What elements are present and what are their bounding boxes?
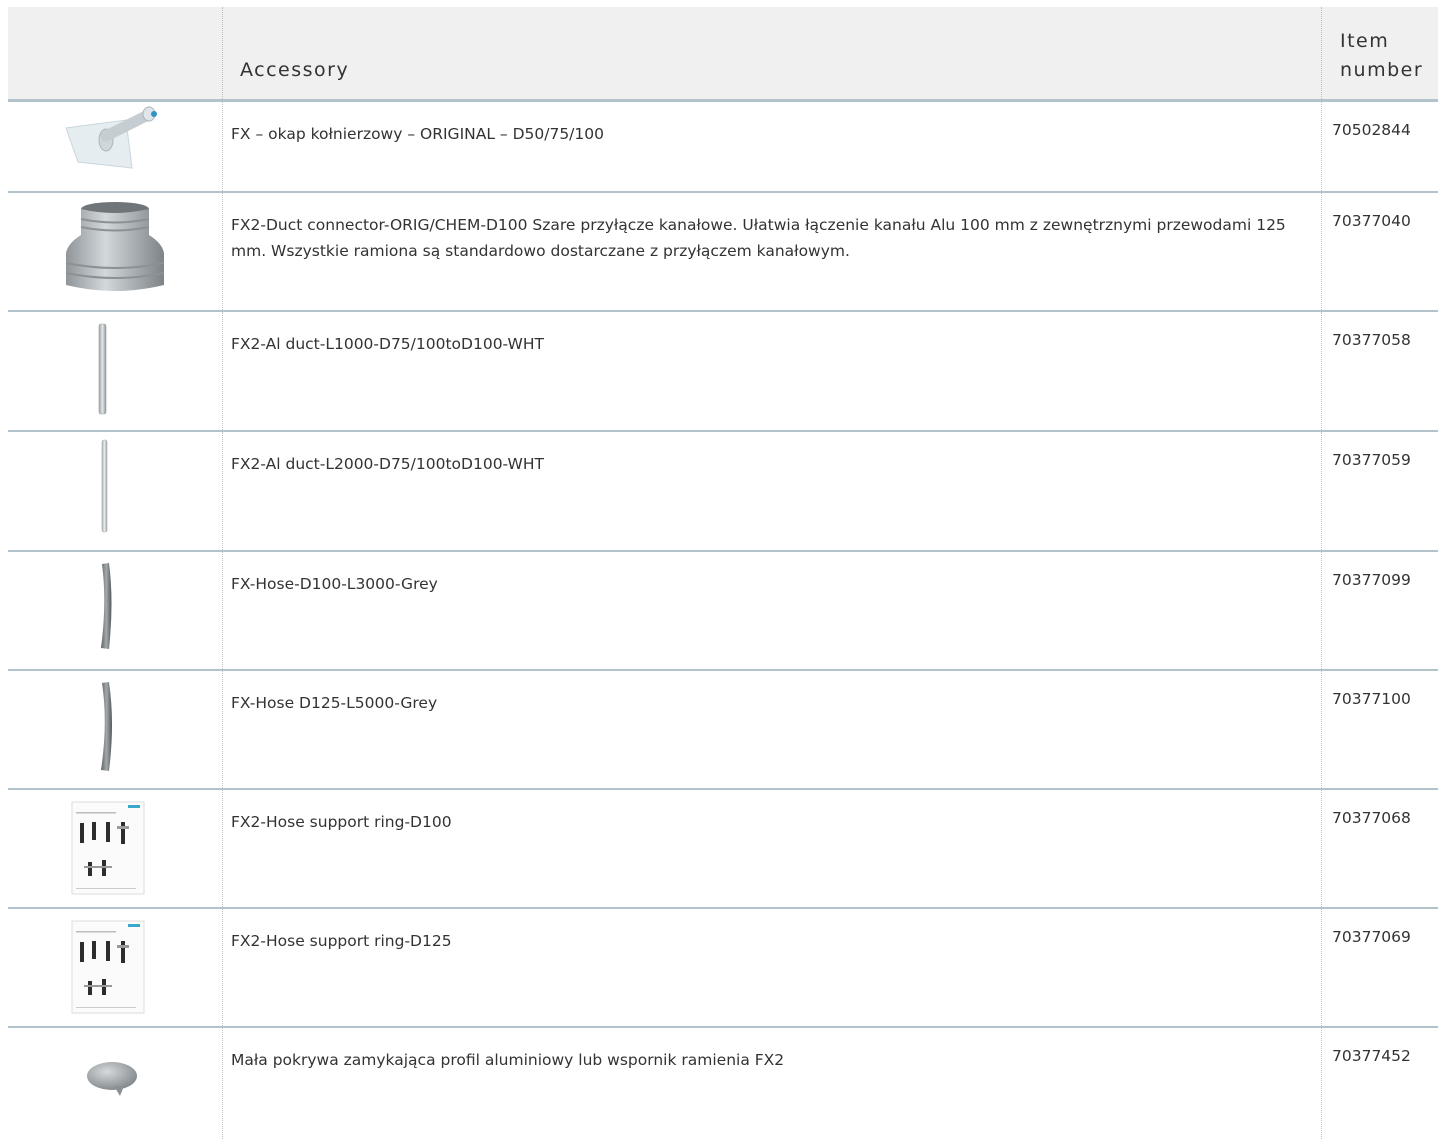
header-item-number-label: Item number: [1340, 30, 1424, 81]
image-cell: [8, 909, 222, 1026]
header-image-cell: [8, 7, 222, 99]
support-ring-document-icon: [71, 920, 145, 1014]
description-cell: FX-Hose-D100-L3000-Grey: [222, 552, 1322, 669]
hose-d125-icon: [101, 682, 112, 771]
item-number-cell: 70377040: [1321, 193, 1439, 310]
support-ring-document-icon: [71, 801, 145, 895]
accessory-description: Mała pokrywa zamykająca profil aluminiow…: [231, 1051, 785, 1069]
accessory-description: FX2-Duct connector-ORIG/CHEM-D100 Szare …: [231, 216, 1286, 260]
item-number: 70377040: [1332, 212, 1411, 230]
table-row: FX2-Hose support ring-D100 70377068: [8, 790, 1438, 909]
image-cell: [8, 671, 222, 788]
item-number: 70377452: [1332, 1047, 1411, 1065]
item-number-cell: 70377068: [1321, 790, 1439, 907]
table-row: FX2-Al duct-L2000-D75/100toD100-WHT 7037…: [8, 432, 1438, 552]
image-cell: [8, 432, 222, 550]
flange-hood-icon: [65, 106, 157, 169]
table-row: FX2-Hose support ring-D125 70377069: [8, 909, 1438, 1028]
header-accessory-label: Accessory: [240, 59, 350, 81]
image-cell: [8, 193, 222, 310]
duct-connector-icon: [65, 202, 165, 291]
table-row: FX2-Duct connector-ORIG/CHEM-D100 Szare …: [8, 193, 1438, 312]
table-row: FX2-Al duct-L1000-D75/100toD100-WHT 7037…: [8, 312, 1438, 432]
accessory-description: FX – okap kołnierzowy – ORIGINAL – D50/7…: [231, 125, 604, 143]
description-cell: FX2-Al duct-L2000-D75/100toD100-WHT: [222, 432, 1322, 550]
table-row: FX-Hose D125-L5000-Grey 70377100: [8, 671, 1438, 790]
item-number: 70502844: [1332, 121, 1411, 139]
image-cell: [8, 790, 222, 907]
item-number: 70377068: [1332, 809, 1411, 827]
accessory-description: FX-Hose D125-L5000-Grey: [231, 694, 438, 712]
table-row: Mała pokrywa zamykająca profil aluminiow…: [8, 1028, 1438, 1139]
item-number: 70377069: [1332, 928, 1411, 946]
item-number: 70377059: [1332, 451, 1411, 469]
item-number-cell: 70502844: [1321, 102, 1439, 191]
cover-cap-icon: [87, 1062, 137, 1096]
description-cell: Mała pokrywa zamykająca profil aluminiow…: [222, 1028, 1322, 1139]
image-cell: [8, 312, 222, 430]
alu-duct-2000-icon: [101, 439, 108, 533]
accessory-description: FX-Hose-D100-L3000-Grey: [231, 575, 438, 593]
description-cell: FX2-Hose support ring-D100: [222, 790, 1322, 907]
item-number-cell: 70377452: [1321, 1028, 1439, 1139]
item-number-cell: 70377069: [1321, 909, 1439, 1026]
item-number: 70377100: [1332, 690, 1411, 708]
item-number: 70377058: [1332, 331, 1411, 349]
image-cell: [8, 102, 222, 191]
header-item-number-cell: Item number: [1321, 7, 1439, 99]
hose-d100-icon: [101, 563, 112, 649]
item-number: 70377099: [1332, 571, 1411, 589]
table-row: FX-Hose-D100-L3000-Grey 70377099: [8, 552, 1438, 671]
item-number-cell: 70377099: [1321, 552, 1439, 669]
table-header: Accessory Item number: [8, 7, 1438, 102]
description-cell: FX2-Al duct-L1000-D75/100toD100-WHT: [222, 312, 1322, 430]
item-number-cell: 70377100: [1321, 671, 1439, 788]
image-cell: [8, 552, 222, 669]
header-accessory-cell: Accessory: [222, 7, 1322, 99]
description-cell: FX2-Hose support ring-D125: [222, 909, 1322, 1026]
image-cell: [8, 1028, 222, 1139]
accessory-description: FX2-Al duct-L2000-D75/100toD100-WHT: [231, 455, 544, 473]
accessory-description: FX2-Hose support ring-D125: [231, 932, 452, 950]
item-number-cell: 70377059: [1321, 432, 1439, 550]
description-cell: FX – okap kołnierzowy – ORIGINAL – D50/7…: [222, 102, 1322, 191]
accessory-table: Accessory Item number FX – okap kołnierz…: [8, 7, 1438, 1139]
alu-duct-1000-icon: [98, 323, 107, 415]
table-row: FX – okap kołnierzowy – ORIGINAL – D50/7…: [8, 102, 1438, 193]
item-number-cell: 70377058: [1321, 312, 1439, 430]
accessory-description: FX2-Hose support ring-D100: [231, 813, 452, 831]
description-cell: FX2-Duct connector-ORIG/CHEM-D100 Szare …: [222, 193, 1322, 310]
accessory-description: FX2-Al duct-L1000-D75/100toD100-WHT: [231, 335, 544, 353]
description-cell: FX-Hose D125-L5000-Grey: [222, 671, 1322, 788]
